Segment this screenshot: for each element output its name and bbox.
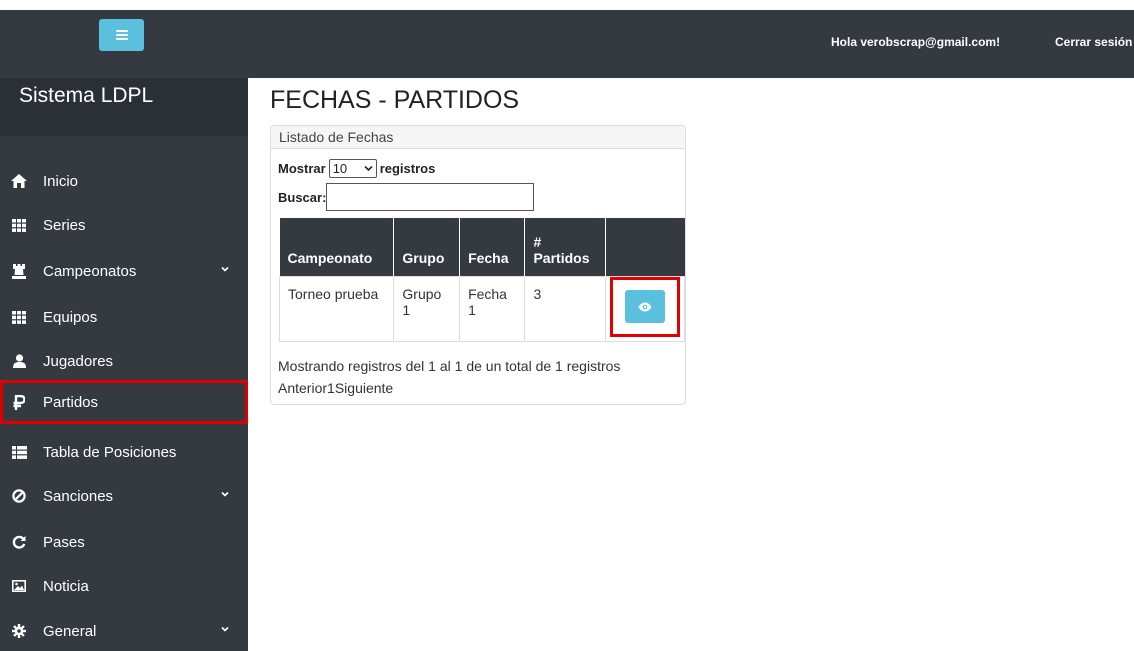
pagination-previous[interactable]: Anterior [278,380,327,396]
brand-name: Sistema LDPL [19,84,154,107]
search-input[interactable] [326,183,535,211]
sidebar-item-label: General [43,622,97,640]
sidebar-item-label: Equipos [43,308,98,326]
cell-partidos: 3 [524,275,606,342]
column-header-campeonato[interactable]: Campeonato [279,218,395,276]
chevron-down-icon [221,626,229,632]
refresh-icon [11,534,27,550]
sidebar-item-label: Sanciones [43,487,114,505]
grid-icon [11,309,27,325]
eye-icon [638,302,652,311]
sidebar-item-general[interactable]: General [0,611,248,651]
sidebar-item-noticia[interactable]: Noticia [0,566,248,606]
pagination-next[interactable]: Siguiente [335,380,393,396]
brand: Sistema LDPL [0,78,248,136]
cell-actions [604,275,686,342]
list-icon [11,444,27,460]
search-label: Buscar: [278,189,327,205]
show-prefix-label: Mostrar [278,161,326,176]
grid-icon [11,217,27,233]
column-header-partidos[interactable]: # Partidos [524,218,606,276]
chevron-down-icon [221,266,229,272]
chevron-down-icon [221,491,229,497]
chevron-down-icon [364,165,373,172]
hamburger-icon [115,30,128,40]
sidebar-item-label: Tabla de Posiciones [43,443,177,461]
fechas-table: Campeonato Grupo Fecha # Partidos Torneo… [278,218,686,342]
cell-fecha: Fecha 1 [459,275,526,342]
view-button[interactable] [624,290,665,323]
menu-toggle-button[interactable] [99,19,144,51]
column-header-hash: # [533,233,542,250]
page-title: FECHAS - PARTIDOS [270,86,520,114]
logout-link[interactable]: Cerrar sesión [1055,35,1132,49]
ban-icon [11,488,27,504]
column-header-partidos-label: Partidos [533,249,590,266]
highlight-box [609,276,680,337]
sidebar: Sistema LDPL Inicio Series Campeonatos E… [0,78,248,651]
user-greeting: Hola verobscrap@gmail.com! [831,35,1001,49]
table-header-row: Campeonato Grupo Fecha # Partidos [279,218,685,276]
sidebar-item-label: Partidos [43,393,99,411]
sidebar-item-label: Inicio [43,172,79,190]
sidebar-item-pases[interactable]: Pases [0,522,248,562]
sidebar-item-label: Jugadores [43,352,114,370]
table-info: Mostrando registros del 1 al 1 de un tot… [278,358,621,374]
sidebar-item-sanciones[interactable]: Sanciones [0,476,248,516]
column-header-actions [605,218,685,276]
sidebar-item-inicio[interactable]: Inicio [0,161,248,201]
sidebar-item-partidos[interactable]: Partidos [0,380,248,424]
pagination: Anterior1Siguiente [278,380,393,396]
top-navbar: Hola verobscrap@gmail.com! Cerrar sesión [0,10,1134,78]
image-icon [11,578,27,594]
chess-rook-icon [11,263,27,279]
cell-campeonato: Torneo prueba [278,275,395,342]
ruble-icon [11,394,27,410]
top-margin [0,0,1134,10]
page-length-control: Mostrar 10 registros [278,159,435,178]
sidebar-item-campeonatos[interactable]: Campeonatos [0,251,248,291]
show-suffix-label: registros [379,161,436,176]
page-length-select[interactable]: 10 [328,159,377,178]
page-length-value: 10 [332,161,348,176]
column-header-grupo[interactable]: Grupo [393,218,461,276]
user-icon [11,353,27,369]
sidebar-item-label: Campeonatos [43,262,137,280]
fechas-card: Listado de Fechas Mostrar 10 registros B… [270,125,686,405]
pagination-page-1[interactable]: 1 [327,380,335,396]
sidebar-item-label: Pases [43,533,85,551]
cell-grupo: Grupo 1 [393,275,461,342]
sidebar-item-equipos[interactable]: Equipos [0,297,248,337]
column-header-fecha[interactable]: Fecha [459,218,526,276]
home-icon [11,173,27,189]
table-row: Torneo prueba Grupo 1 Fecha 1 3 [278,275,686,342]
sidebar-item-label: Series [43,216,86,234]
card-title: Listado de Fechas [271,126,685,149]
sidebar-item-label: Noticia [43,577,89,595]
gear-icon [11,623,27,639]
sidebar-item-jugadores[interactable]: Jugadores [0,341,248,381]
sidebar-item-series[interactable]: Series [0,205,248,245]
search-control: Buscar: [278,183,535,211]
sidebar-item-tabla-de-posiciones[interactable]: Tabla de Posiciones [0,432,248,472]
